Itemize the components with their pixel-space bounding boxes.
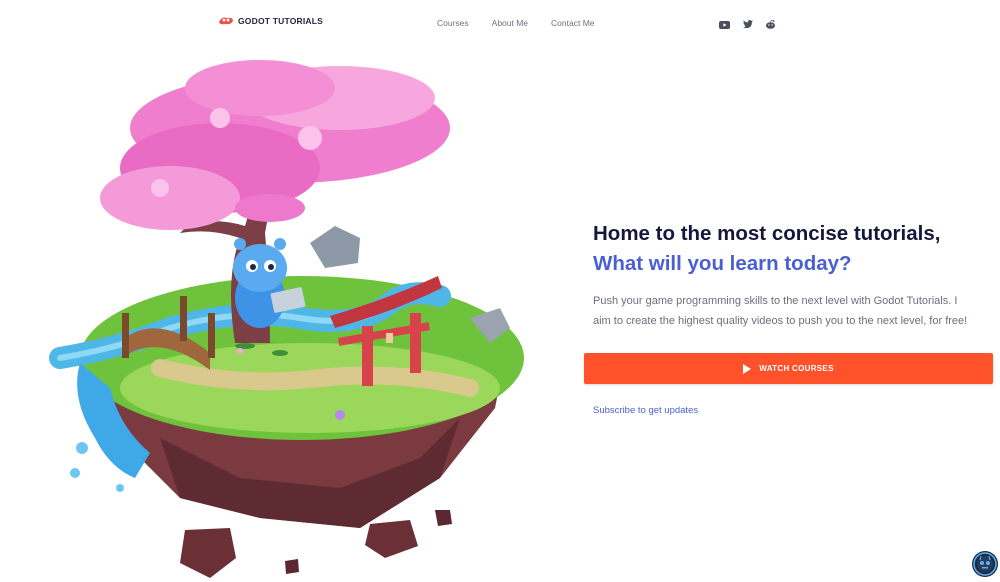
reddit-icon[interactable] xyxy=(765,19,776,30)
godot-robot-icon xyxy=(973,552,997,576)
brand-logo-icon xyxy=(219,17,233,25)
play-icon xyxy=(743,363,752,374)
nav-links: Courses About Me Contact Me xyxy=(437,18,595,28)
hero-subheadline: What will you learn today? xyxy=(593,252,852,275)
floating-island-illustration xyxy=(49,60,524,578)
nav-courses-link[interactable]: Courses xyxy=(437,18,469,28)
hero-description: Push your game programming skills to the… xyxy=(593,295,968,327)
dirt-path xyxy=(151,359,479,397)
brand-name: GODOT TUTORIALS xyxy=(238,16,324,26)
watch-courses-label: WATCH COURSES xyxy=(759,364,834,373)
grey-rock xyxy=(310,226,360,268)
nav-about-link[interactable]: About Me xyxy=(492,18,528,28)
social-links xyxy=(719,19,776,30)
nav-contact-link[interactable]: Contact Me xyxy=(551,18,594,28)
hero-headline: Home to the most concise tutorials, xyxy=(593,222,941,245)
twitter-icon[interactable] xyxy=(742,19,753,30)
godot-floating-button[interactable] xyxy=(972,551,998,577)
brand[interactable]: GODOT TUTORIALS xyxy=(218,16,323,26)
subscribe-link[interactable]: Subscribe to get updates xyxy=(593,405,698,416)
top-navigation: GODOT TUTORIALS Courses About Me Contact… xyxy=(0,0,1000,46)
watch-courses-button[interactable]: WATCH COURSES xyxy=(584,353,993,384)
youtube-icon[interactable] xyxy=(719,19,730,30)
